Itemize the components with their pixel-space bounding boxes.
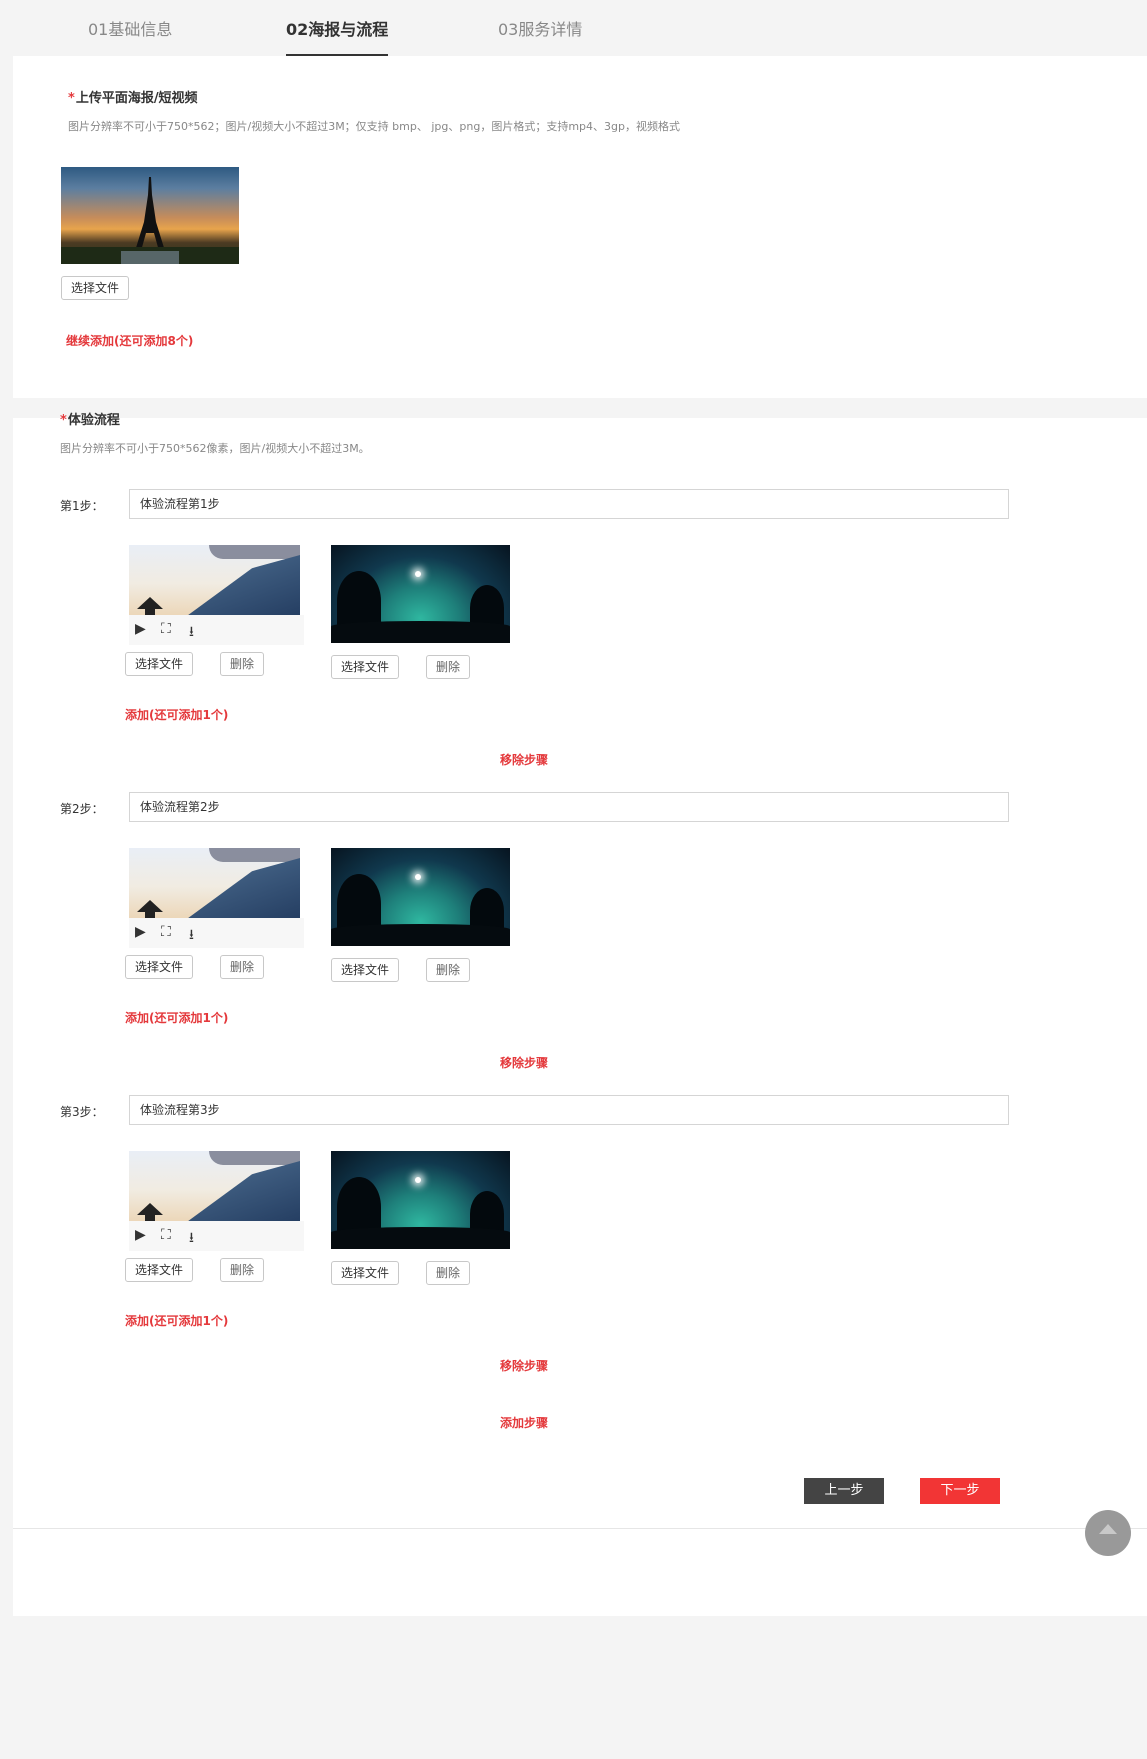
poster-image bbox=[61, 167, 239, 264]
footer-divider bbox=[13, 1528, 1147, 1529]
play-icon[interactable]: ▶ bbox=[135, 621, 146, 637]
step-2-video-thumb bbox=[129, 848, 300, 918]
step-2-video-delete-button[interactable]: 删除 bbox=[220, 955, 265, 979]
eiffel-tower-icon bbox=[61, 177, 239, 264]
flow-title: *体验流程 bbox=[60, 409, 120, 428]
add-step-link[interactable]: 添加步骤 bbox=[500, 1414, 548, 1431]
step-2-image-thumb bbox=[331, 848, 510, 946]
fullscreen-icon[interactable]: ⛶ bbox=[161, 621, 171, 637]
poster-title-text: 上传平面海报/短视频 bbox=[75, 91, 198, 106]
step-1-image-thumb bbox=[331, 545, 510, 643]
step-2-video-controls: ▶ ⛶ ⭳ bbox=[129, 918, 304, 948]
step-3-video-thumb bbox=[129, 1151, 300, 1221]
required-mark: * bbox=[60, 413, 67, 428]
flow-title-text: 体验流程 bbox=[67, 413, 120, 428]
pagoda-icon bbox=[137, 597, 163, 615]
step-1-label: 第1步： bbox=[60, 499, 104, 513]
flow-hint: 图片分辨率不可小于750*562像素，图片/视频大小不超过3M。 bbox=[60, 442, 370, 455]
step-2-remove-link[interactable]: 移除步骤 bbox=[500, 1054, 548, 1071]
step-3-image-choose-button[interactable]: 选择文件 bbox=[331, 1261, 400, 1285]
poster-add-more-link[interactable]: 继续添加(还可添加8个) bbox=[66, 332, 193, 349]
step-tabs: 01基础信息 02海报与流程 03服务详情 bbox=[0, 0, 1147, 56]
poster-hint: 图片分辨率不可小于750*562；图片/视频大小不超过3M；仅支持 bmp、 j… bbox=[68, 120, 680, 133]
step-2-label: 第2步： bbox=[60, 802, 104, 816]
pagoda-icon bbox=[137, 900, 163, 918]
step-2-image-delete-button[interactable]: 删除 bbox=[426, 958, 471, 982]
step-3-image-thumb bbox=[331, 1151, 510, 1249]
download-icon[interactable]: ⭳ bbox=[189, 621, 194, 645]
step-1-video-controls: ▶ ⛶ ⭳ bbox=[129, 615, 304, 645]
pagoda-icon bbox=[137, 1203, 163, 1221]
step-1-add-link[interactable]: 添加(还可添加1个) bbox=[125, 706, 228, 723]
step-1-video-delete-button[interactable]: 删除 bbox=[220, 652, 265, 676]
poster-choose-file-button[interactable]: 选择文件 bbox=[61, 276, 130, 300]
tab-poster-flow[interactable]: 02海报与流程 bbox=[286, 16, 389, 56]
step-3-video-choose-button[interactable]: 选择文件 bbox=[125, 1258, 194, 1282]
step-1-image-choose-button[interactable]: 选择文件 bbox=[331, 655, 400, 679]
step-2-add-link[interactable]: 添加(还可添加1个) bbox=[125, 1009, 228, 1026]
tab-service-details[interactable]: 03服务详情 bbox=[498, 16, 582, 56]
step-1-remove-link[interactable]: 移除步骤 bbox=[500, 751, 548, 768]
play-icon[interactable]: ▶ bbox=[135, 1227, 146, 1243]
back-to-top-icon[interactable] bbox=[1085, 1510, 1131, 1556]
play-icon[interactable]: ▶ bbox=[135, 924, 146, 940]
step-3-image-delete-button[interactable]: 删除 bbox=[426, 1261, 471, 1285]
step-3-remove-link[interactable]: 移除步骤 bbox=[500, 1357, 548, 1374]
step-3-input[interactable]: 体验流程第3步 bbox=[129, 1095, 1009, 1125]
step-2-video-choose-button[interactable]: 选择文件 bbox=[125, 955, 194, 979]
step-2-input[interactable]: 体验流程第2步 bbox=[129, 792, 1009, 822]
step-3-video-controls: ▶ ⛶ ⭳ bbox=[129, 1221, 304, 1251]
poster-section: *上传平面海报/短视频 图片分辨率不可小于750*562；图片/视频大小不超过3… bbox=[13, 56, 1147, 398]
step-1-video-thumb bbox=[129, 545, 300, 615]
step-3-video-delete-button[interactable]: 删除 bbox=[220, 1258, 265, 1282]
step-3-add-link[interactable]: 添加(还可添加1个) bbox=[125, 1312, 228, 1329]
poster-title: *上传平面海报/短视频 bbox=[68, 87, 198, 106]
step-3-label: 第3步： bbox=[60, 1105, 104, 1119]
required-mark: * bbox=[68, 91, 75, 106]
step-2-image-choose-button[interactable]: 选择文件 bbox=[331, 958, 400, 982]
fullscreen-icon[interactable]: ⛶ bbox=[161, 924, 171, 940]
step-1-input[interactable]: 体验流程第1步 bbox=[129, 489, 1009, 519]
download-icon[interactable]: ⭳ bbox=[189, 1227, 194, 1251]
fullscreen-icon[interactable]: ⛶ bbox=[161, 1227, 171, 1243]
tab-basic-info[interactable]: 01基础信息 bbox=[88, 16, 172, 56]
step-1-image-delete-button[interactable]: 删除 bbox=[426, 655, 471, 679]
next-step-button[interactable]: 下一步 bbox=[920, 1478, 1000, 1504]
download-icon[interactable]: ⭳ bbox=[189, 924, 194, 948]
prev-step-button[interactable]: 上一步 bbox=[804, 1478, 884, 1504]
step-1-video-choose-button[interactable]: 选择文件 bbox=[125, 652, 194, 676]
